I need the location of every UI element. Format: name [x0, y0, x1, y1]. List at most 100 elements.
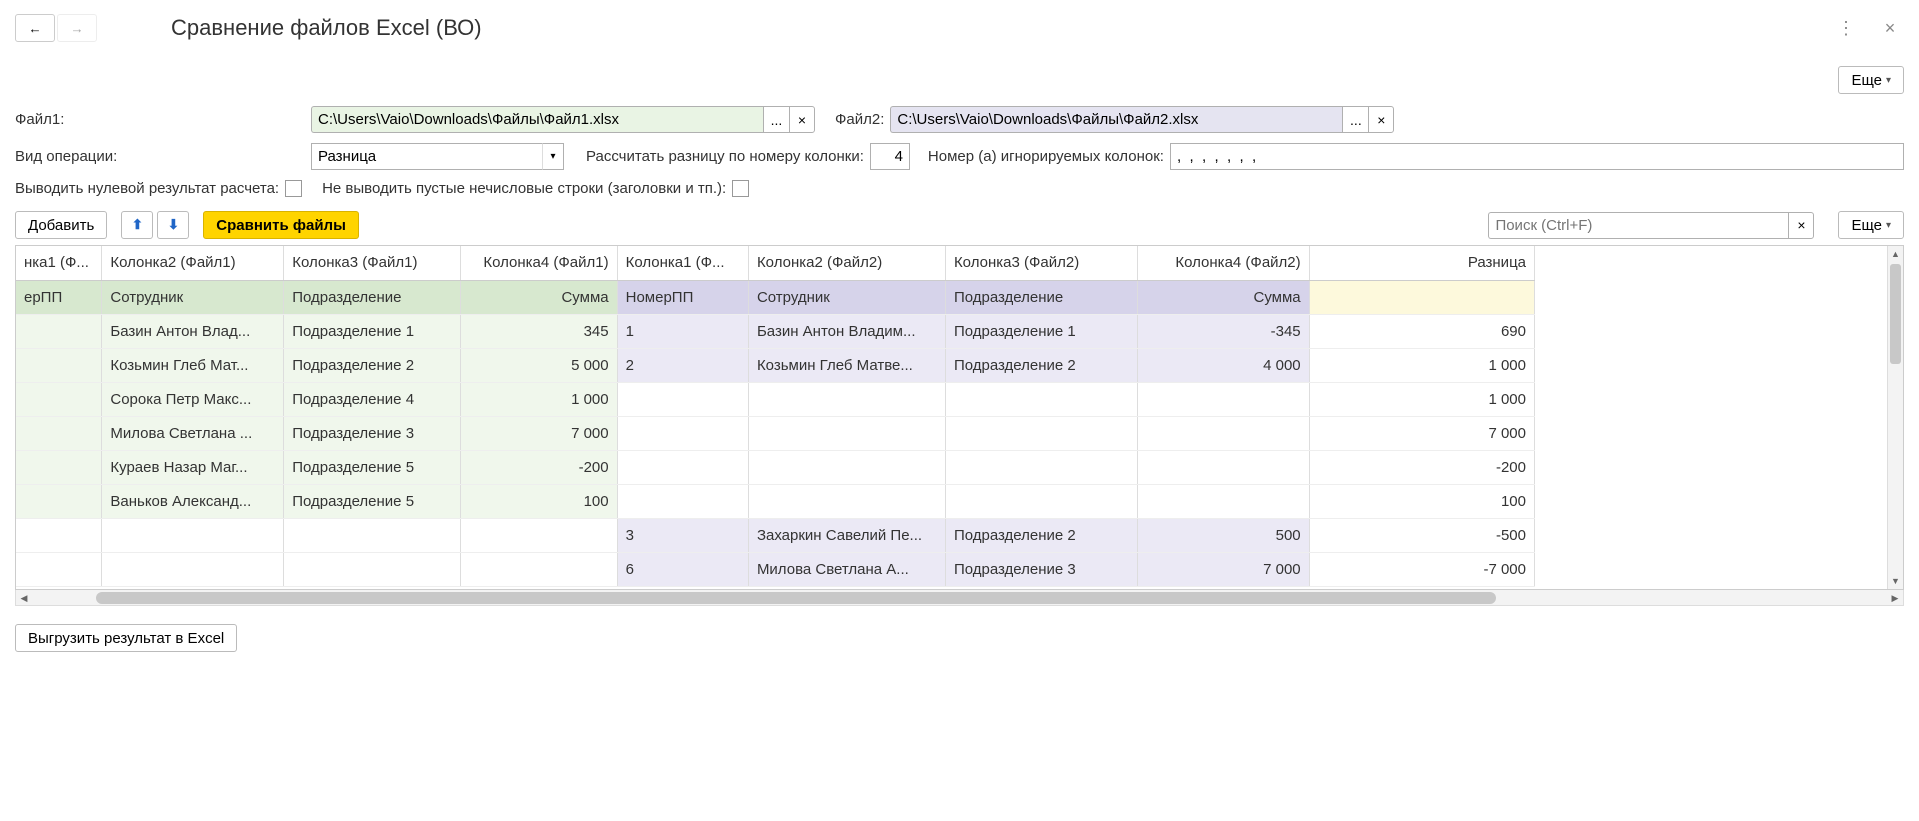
table-row[interactable]: 6Милова Светлана А...Подразделение 37 00…: [16, 552, 1535, 586]
add-button[interactable]: Добавить: [15, 211, 107, 239]
cell[interactable]: [945, 382, 1137, 416]
table-more-button[interactable]: Еще ▾: [1838, 211, 1904, 239]
cell[interactable]: 1: [617, 314, 748, 348]
file2-clear-button[interactable]: ×: [1368, 106, 1394, 133]
cell[interactable]: Милова Светлана А...: [748, 552, 945, 586]
cell[interactable]: НомерПП: [617, 280, 748, 314]
cell[interactable]: Сумма: [1137, 280, 1309, 314]
nav-back-button[interactable]: ←: [15, 14, 55, 42]
col-header[interactable]: нка1 (Ф...: [16, 246, 102, 280]
kebab-menu-button[interactable]: ⋮: [1834, 16, 1858, 40]
cell[interactable]: [1137, 416, 1309, 450]
cell[interactable]: Подразделение 4: [284, 382, 461, 416]
file1-input[interactable]: [311, 106, 763, 133]
cell[interactable]: [748, 450, 945, 484]
col-header[interactable]: Колонка3 (Файл2): [945, 246, 1137, 280]
skip-empty-checkbox[interactable]: [732, 180, 749, 197]
file2-browse-button[interactable]: ...: [1342, 106, 1368, 133]
cell[interactable]: [617, 382, 748, 416]
horizontal-scrollbar[interactable]: ◀ ▶: [15, 590, 1904, 606]
cell[interactable]: [461, 552, 618, 586]
cell[interactable]: Сорока Петр Макс...: [102, 382, 284, 416]
table-row[interactable]: Козьмин Глеб Мат...Подразделение 25 0002…: [16, 348, 1535, 382]
cell[interactable]: Подразделение 2: [945, 348, 1137, 382]
cell[interactable]: Подразделение 2: [945, 518, 1137, 552]
cell[interactable]: -200: [461, 450, 618, 484]
cell[interactable]: [1137, 450, 1309, 484]
cell[interactable]: 1 000: [1309, 382, 1534, 416]
cell[interactable]: [284, 552, 461, 586]
cell[interactable]: [945, 416, 1137, 450]
cell[interactable]: [16, 450, 102, 484]
op-type-dropdown-button[interactable]: ▾: [542, 143, 564, 170]
cell[interactable]: Подразделение 2: [284, 348, 461, 382]
cell[interactable]: Базин Антон Влад...: [102, 314, 284, 348]
scroll-thumb[interactable]: [96, 592, 1496, 604]
vertical-scrollbar[interactable]: ▲ ▼: [1887, 246, 1903, 589]
cell[interactable]: 690: [1309, 314, 1534, 348]
result-grid[interactable]: нка1 (Ф... Колонка2 (Файл1) Колонка3 (Фа…: [15, 245, 1904, 590]
cell[interactable]: ерПП: [16, 280, 102, 314]
cell[interactable]: Подразделение 3: [945, 552, 1137, 586]
cell[interactable]: [284, 518, 461, 552]
cell[interactable]: Подразделение 5: [284, 484, 461, 518]
more-button[interactable]: Еще ▾: [1838, 66, 1904, 94]
cell[interactable]: [16, 348, 102, 382]
cell[interactable]: Сотрудник: [748, 280, 945, 314]
cell[interactable]: Козьмин Глеб Матве...: [748, 348, 945, 382]
cell[interactable]: -7 000: [1309, 552, 1534, 586]
move-down-button[interactable]: ⬇: [157, 211, 189, 239]
cell[interactable]: [1309, 280, 1534, 314]
cell[interactable]: 100: [1309, 484, 1534, 518]
file1-browse-button[interactable]: ...: [763, 106, 789, 133]
cell[interactable]: [102, 552, 284, 586]
file2-input[interactable]: [890, 106, 1342, 133]
cell[interactable]: Подразделение 1: [284, 314, 461, 348]
cell[interactable]: [16, 518, 102, 552]
cell[interactable]: Кураев Назар Маг...: [102, 450, 284, 484]
cell[interactable]: Подразделение 1: [945, 314, 1137, 348]
col-header[interactable]: Колонка4 (Файл1): [461, 246, 618, 280]
table-row[interactable]: Сорока Петр Макс...Подразделение 41 0001…: [16, 382, 1535, 416]
search-input[interactable]: [1488, 212, 1788, 239]
cell[interactable]: [16, 416, 102, 450]
compare-files-button[interactable]: Сравнить файлы: [203, 211, 359, 239]
calc-col-input[interactable]: [870, 143, 910, 170]
cell[interactable]: Подразделение 5: [284, 450, 461, 484]
cell[interactable]: Милова Светлана ...: [102, 416, 284, 450]
table-row[interactable]: Кураев Назар Маг...Подразделение 5-200-2…: [16, 450, 1535, 484]
cell[interactable]: [1137, 484, 1309, 518]
cell[interactable]: [945, 450, 1137, 484]
cell[interactable]: [748, 484, 945, 518]
cell[interactable]: 7 000: [1137, 552, 1309, 586]
cell[interactable]: Подразделение: [945, 280, 1137, 314]
print-zero-checkbox[interactable]: [285, 180, 302, 197]
cell[interactable]: 500: [1137, 518, 1309, 552]
cell[interactable]: Сумма: [461, 280, 618, 314]
cell[interactable]: -500: [1309, 518, 1534, 552]
export-excel-button[interactable]: Выгрузить результат в Excel: [15, 624, 237, 652]
table-row[interactable]: Ваньков Александ...Подразделение 5100100: [16, 484, 1535, 518]
col-header[interactable]: Колонка2 (Файл1): [102, 246, 284, 280]
cell[interactable]: 6: [617, 552, 748, 586]
cell[interactable]: 1 000: [1309, 348, 1534, 382]
col-header[interactable]: Колонка1 (Ф...: [617, 246, 748, 280]
cell[interactable]: 7 000: [1309, 416, 1534, 450]
cell[interactable]: [16, 552, 102, 586]
cell[interactable]: Ваньков Александ...: [102, 484, 284, 518]
op-type-select[interactable]: [311, 143, 564, 170]
cell[interactable]: Захаркин Савелий Пе...: [748, 518, 945, 552]
cell[interactable]: Базин Антон Владим...: [748, 314, 945, 348]
col-header[interactable]: Разница: [1309, 246, 1534, 280]
file1-clear-button[interactable]: ×: [789, 106, 815, 133]
cell[interactable]: [748, 382, 945, 416]
table-row[interactable]: 3Захаркин Савелий Пе...Подразделение 250…: [16, 518, 1535, 552]
col-header[interactable]: Колонка3 (Файл1): [284, 246, 461, 280]
cell[interactable]: [617, 450, 748, 484]
cell[interactable]: 5 000: [461, 348, 618, 382]
cell[interactable]: 2: [617, 348, 748, 382]
cell[interactable]: [16, 382, 102, 416]
cell[interactable]: [1137, 382, 1309, 416]
cell[interactable]: Сотрудник: [102, 280, 284, 314]
close-button[interactable]: ×: [1878, 16, 1902, 40]
